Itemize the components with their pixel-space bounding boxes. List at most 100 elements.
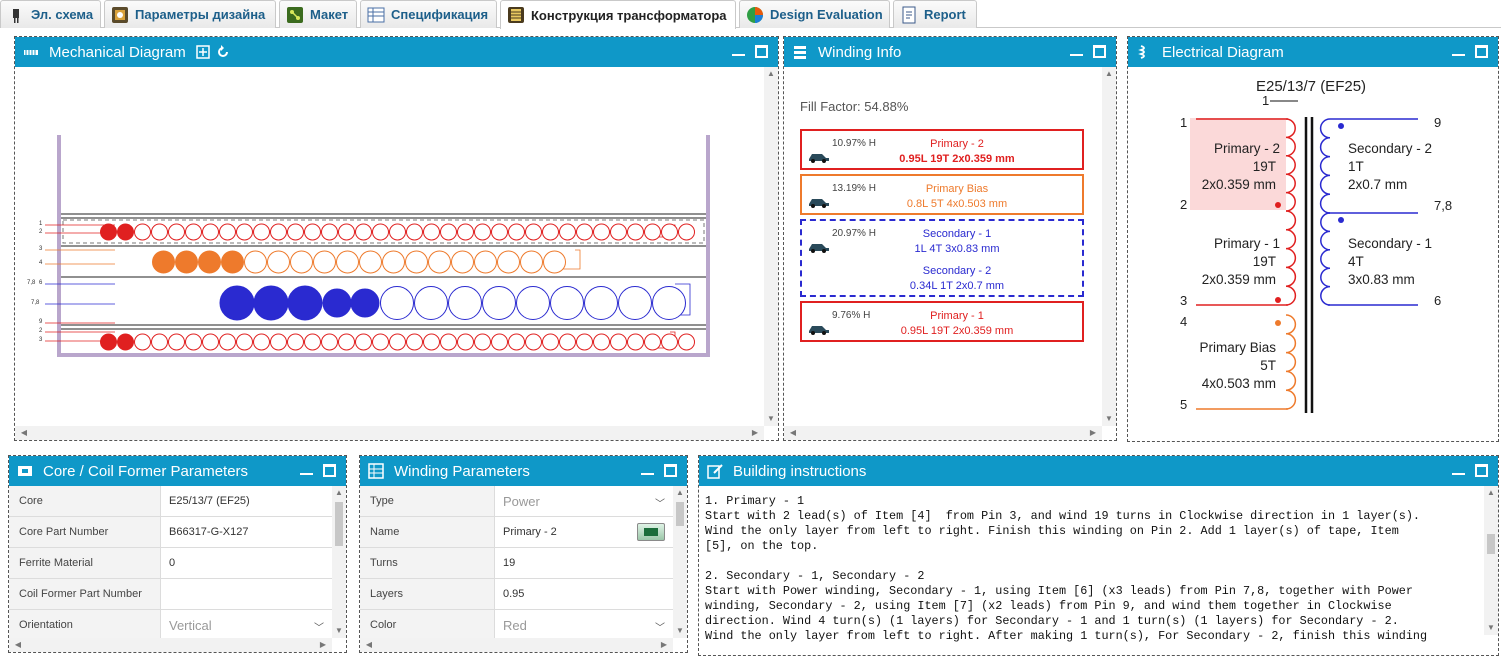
name-field[interactable]: Primary - 2 bbox=[495, 517, 673, 547]
param-row-orientation: Orientation Vertical ﹀ bbox=[9, 610, 332, 641]
horizontal-scrollbar[interactable]: ◀ ▶ bbox=[784, 426, 1102, 440]
panel-title: Building instructions bbox=[733, 462, 867, 480]
vertical-scrollbar[interactable]: ▲ ▼ bbox=[764, 67, 778, 426]
winding-card-primary-bias[interactable]: 13.19% H Primary Bias 0.8L 5T 4x0.503 mm bbox=[800, 174, 1084, 215]
tab-transformer-construction[interactable]: Конструкция трансформатора bbox=[500, 0, 736, 29]
winding-label: 3x0.83 mm bbox=[1348, 272, 1415, 287]
primary-1-turn bbox=[525, 333, 542, 351]
minimize-button[interactable] bbox=[1452, 45, 1465, 56]
type-select[interactable]: Power ﹀ bbox=[495, 486, 673, 516]
primary-2-turn bbox=[338, 223, 355, 241]
tab-label: Параметры дизайна bbox=[135, 7, 266, 22]
minimize-button[interactable] bbox=[732, 45, 745, 56]
winding-label: Secondary - 2 bbox=[1348, 141, 1432, 156]
horizontal-scrollbar[interactable]: ◀ ▶ bbox=[15, 426, 764, 440]
core-icon bbox=[17, 463, 33, 479]
layers-value[interactable]: 0.95 bbox=[495, 579, 673, 609]
param-label: Ferrite Material bbox=[9, 548, 161, 578]
tab-layout[interactable]: Макет bbox=[279, 0, 357, 28]
primary-bias-turn bbox=[267, 250, 290, 274]
primary-1-turn bbox=[236, 333, 253, 351]
param-label: Orientation bbox=[9, 610, 161, 640]
primary-2-turn bbox=[440, 223, 457, 241]
winding-card-secondary[interactable]: 20.97% H Secondary - 1 1L 4T 3x0.83 mm S… bbox=[800, 219, 1084, 297]
param-label: Type bbox=[360, 486, 495, 516]
coil-former-part-number-value[interactable] bbox=[161, 579, 332, 609]
type-value: Power bbox=[503, 493, 540, 509]
primary-1-turn bbox=[253, 333, 270, 351]
maximize-button[interactable] bbox=[323, 464, 336, 477]
zoom-fit-icon[interactable] bbox=[195, 45, 210, 59]
tab-schematic[interactable]: Эл. схема bbox=[0, 0, 101, 28]
winding-labels: Primary - 2 19T 2x0.359 mm Primary - 1 1… bbox=[1199, 141, 1432, 391]
pin-number: 1 bbox=[1180, 115, 1187, 130]
layout-icon bbox=[286, 6, 304, 24]
secondary-turn bbox=[516, 286, 550, 320]
core-part-number-value[interactable]: B66317-G-X127 bbox=[161, 517, 332, 547]
secondary-turn bbox=[253, 285, 289, 321]
polarity-dot bbox=[1275, 202, 1281, 208]
primary-1-turn bbox=[185, 333, 202, 351]
param-label: Turns bbox=[360, 548, 495, 578]
vertical-scrollbar[interactable]: ▲ ▼ bbox=[332, 486, 346, 638]
turns-value[interactable]: 19 bbox=[495, 548, 673, 578]
primary-1-turn bbox=[151, 333, 168, 351]
minimize-button[interactable] bbox=[1452, 464, 1465, 475]
primary-2-turn bbox=[593, 223, 610, 241]
tab-design-parameters[interactable]: Параметры дизайна bbox=[104, 0, 276, 28]
minimize-button[interactable] bbox=[1070, 45, 1083, 56]
horizontal-scrollbar[interactable]: ◀ ▶ bbox=[9, 638, 332, 652]
winding-card-primary-1[interactable]: 9.76% H Primary - 1 0.95L 19T 2x0.359 mm bbox=[800, 301, 1084, 342]
vertical-scrollbar[interactable]: ▲ ▼ bbox=[1102, 67, 1116, 426]
pin-labels: 1 2 3 4 7,8 6 7,8 9 2 3 bbox=[27, 221, 43, 343]
pin-label: 1 bbox=[39, 221, 43, 227]
primary-1-turn bbox=[440, 333, 457, 351]
pin-number: 7,8 bbox=[1434, 198, 1452, 213]
refresh-icon[interactable] bbox=[216, 45, 230, 59]
primary-2-turn bbox=[253, 223, 270, 241]
maximize-button[interactable] bbox=[1475, 45, 1488, 58]
param-row-name: Name Primary - 2 bbox=[360, 517, 673, 548]
primary-2-turn bbox=[661, 223, 678, 241]
pie-chart-icon bbox=[746, 6, 764, 24]
winding-name: Primary Bias bbox=[925, 183, 989, 195]
primary-bias-turn bbox=[336, 250, 359, 274]
calculator-icon[interactable] bbox=[637, 523, 665, 541]
winding-label: 19T bbox=[1253, 254, 1276, 269]
maximize-button[interactable] bbox=[755, 45, 768, 58]
winding-card-primary-2[interactable]: 10.97% H Primary - 2 0.95L 19T 2x0.359 m… bbox=[800, 129, 1084, 170]
primary-bias-turn bbox=[520, 250, 543, 274]
primary-2-turn bbox=[151, 223, 168, 241]
vertical-scrollbar[interactable]: ▲ ▼ bbox=[1484, 486, 1498, 635]
minimize-button[interactable] bbox=[300, 464, 313, 475]
secondary-turn bbox=[380, 286, 414, 320]
maximize-button[interactable] bbox=[664, 464, 677, 477]
primary-bias-turn bbox=[359, 250, 382, 274]
tab-specification[interactable]: Спецификация bbox=[360, 0, 497, 28]
ferrite-material-value[interactable]: 0 bbox=[161, 548, 332, 578]
panel-title: Winding Parameters bbox=[394, 462, 530, 480]
pin-label: 4 bbox=[39, 260, 43, 266]
table-icon bbox=[368, 463, 384, 479]
color-select[interactable]: Red ﹀ bbox=[495, 610, 673, 640]
core-value[interactable]: E25/13/7 (EF25) bbox=[161, 486, 332, 516]
bom-icon bbox=[367, 6, 385, 24]
horizontal-scrollbar[interactable]: ◀ ▶ bbox=[360, 638, 673, 652]
winding-spec: 0.34L 1T 2x0.7 mm bbox=[909, 280, 1005, 292]
primary-1-turn bbox=[117, 333, 134, 351]
pin-label: 3 bbox=[39, 246, 43, 252]
minimize-button[interactable] bbox=[641, 464, 654, 475]
maximize-button[interactable] bbox=[1093, 45, 1106, 58]
orientation-select[interactable]: Vertical ﹀ bbox=[161, 610, 332, 640]
primary-2-turn bbox=[202, 223, 219, 241]
maximize-button[interactable] bbox=[1475, 464, 1488, 477]
secondary-1-coil bbox=[1320, 212, 1331, 306]
tab-report[interactable]: Report bbox=[893, 0, 977, 28]
secondary-turn bbox=[550, 286, 584, 320]
primary-2-turn bbox=[457, 223, 474, 241]
core-params-table: Core E25/13/7 (EF25) Core Part Number B6… bbox=[9, 486, 346, 652]
param-label: Name bbox=[360, 517, 495, 547]
edit-icon bbox=[707, 463, 723, 479]
tab-design-evaluation[interactable]: Design Evaluation bbox=[739, 0, 890, 28]
vertical-scrollbar[interactable]: ▲ ▼ bbox=[673, 486, 687, 638]
